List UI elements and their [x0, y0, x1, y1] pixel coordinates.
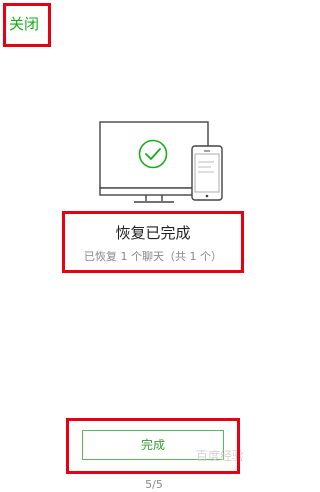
highlight-box-status — [62, 211, 244, 273]
page-indicator: 5/5 — [145, 478, 163, 491]
highlight-box-close — [3, 3, 51, 47]
highlight-box-done-button — [66, 418, 240, 474]
check-circle-icon — [138, 139, 168, 169]
